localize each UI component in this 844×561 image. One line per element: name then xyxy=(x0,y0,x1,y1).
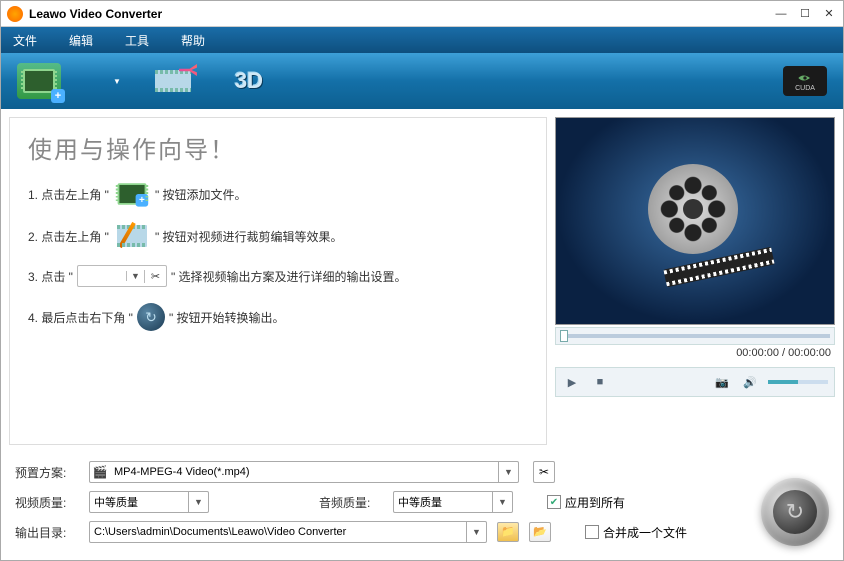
profile-combo-inline: ▼✂ xyxy=(77,265,167,287)
output-path-field[interactable]: C:\Users\admin\Documents\Leawo\Video Con… xyxy=(89,521,487,543)
volume-slider[interactable] xyxy=(768,380,828,384)
browse-folder-button[interactable]: 📁 xyxy=(497,522,519,542)
checkbox-icon xyxy=(585,525,599,539)
menubar: 文件 编辑 工具 帮助 xyxy=(1,27,843,53)
menu-tools[interactable]: 工具 xyxy=(125,32,149,49)
3d-button[interactable]: 3D xyxy=(225,61,273,101)
guide-step-4: 4. 最后点击右下角 " ↻ " 按钮开始转换输出。 xyxy=(28,303,528,331)
playback-controls: ▶ ■ 📷 🔊 xyxy=(555,367,835,397)
output-dropdown-button[interactable]: ▼ xyxy=(466,522,486,542)
convert-icon: ↻ xyxy=(773,490,817,534)
menu-file[interactable]: 文件 xyxy=(13,32,37,49)
seek-bar[interactable] xyxy=(555,327,835,345)
aquality-combo[interactable]: 中等质量 ▼ xyxy=(393,491,513,513)
caret-icon: ▼ xyxy=(126,271,144,281)
vquality-combo[interactable]: 中等质量 ▼ xyxy=(89,491,209,513)
app-title: Leawo Video Converter xyxy=(29,7,773,21)
add-dropdown-caret[interactable]: ▼ xyxy=(113,77,121,86)
cuda-badge: CUDA xyxy=(783,66,827,96)
seek-thumb[interactable] xyxy=(560,330,568,342)
toolbar: + ▼ 3D CUDA xyxy=(1,53,843,109)
apply-all-checkbox[interactable]: ✔ 应用到所有 xyxy=(547,494,625,511)
play-button[interactable]: ▶ xyxy=(562,372,582,392)
add-video-button[interactable]: + xyxy=(17,63,61,99)
guide-panel: 使用与操作向导！ 1. 点击左上角 " + " 按钮添加文件。 2. 点击左上角… xyxy=(9,117,547,445)
plus-icon: + xyxy=(51,89,65,103)
merge-checkbox[interactable]: 合并成一个文件 xyxy=(585,524,687,541)
aquality-value: 中等质量 xyxy=(394,494,492,510)
aquality-label: 音频质量: xyxy=(319,494,383,511)
stop-button[interactable]: ■ xyxy=(590,372,610,392)
convert-icon-inline: ↻ xyxy=(137,303,165,331)
edit-video-button[interactable] xyxy=(149,61,197,101)
output-path-value: C:\Users\admin\Documents\Leawo\Video Con… xyxy=(90,526,466,538)
filmstrip-icon xyxy=(155,70,191,92)
vquality-value: 中等质量 xyxy=(90,494,188,510)
snapshot-button[interactable]: 📷 xyxy=(712,372,732,392)
reel-graphic xyxy=(648,164,738,254)
profile-value: MP4-MPEG-4 Video(*.mp4) xyxy=(110,466,498,478)
filmtape-graphic xyxy=(663,247,774,287)
add-icon-inline: + xyxy=(115,181,149,207)
open-folder-button[interactable]: 📂 xyxy=(529,522,551,542)
preview-panel: 00:00:00 / 00:00:00 ▶ ■ 📷 🔊 xyxy=(555,117,835,445)
output-label: 输出目录: xyxy=(15,524,79,541)
menu-edit[interactable]: 编辑 xyxy=(69,32,93,49)
film-icon xyxy=(23,69,55,93)
vquality-label: 视频质量: xyxy=(15,494,79,511)
guide-step-3: 3. 点击 " ▼✂ " 选择视频输出方案及进行详细的输出设置。 xyxy=(28,265,528,287)
minimize-button[interactable]: — xyxy=(773,7,789,21)
close-button[interactable]: ✕ xyxy=(821,7,837,21)
settings-panel: 预置方案: 🎬 MP4-MPEG-4 Video(*.mp4) ▼ ✂ 视频质量… xyxy=(1,453,843,551)
guide-title: 使用与操作向导！ xyxy=(28,130,528,165)
gear-icon: ✂ xyxy=(144,270,166,283)
menu-help[interactable]: 帮助 xyxy=(181,32,205,49)
video-preview[interactable] xyxy=(555,117,835,325)
edit-icon-inline xyxy=(115,223,149,249)
vquality-dropdown-button[interactable]: ▼ xyxy=(188,492,208,512)
profile-settings-button[interactable]: ✂ xyxy=(533,461,555,483)
maximize-button[interactable]: ☐ xyxy=(797,7,813,21)
guide-step-2: 2. 点击左上角 " " 按钮对视频进行裁剪编辑等效果。 xyxy=(28,223,528,249)
profile-dropdown-button[interactable]: ▼ xyxy=(498,462,518,482)
nvidia-icon xyxy=(795,71,815,85)
checkbox-icon: ✔ xyxy=(547,495,561,509)
profile-combo[interactable]: 🎬 MP4-MPEG-4 Video(*.mp4) ▼ xyxy=(89,461,519,483)
guide-step-1: 1. 点击左上角 " + " 按钮添加文件。 xyxy=(28,181,528,207)
titlebar: Leawo Video Converter — ☐ ✕ xyxy=(1,1,843,27)
aquality-dropdown-button[interactable]: ▼ xyxy=(492,492,512,512)
app-icon xyxy=(7,6,23,22)
volume-button[interactable]: 🔊 xyxy=(740,372,760,392)
mp4-icon: 🎬 xyxy=(90,465,110,479)
profile-label: 预置方案: xyxy=(15,464,79,481)
time-display: 00:00:00 / 00:00:00 xyxy=(555,347,835,365)
3d-icon: 3D xyxy=(235,68,263,94)
convert-button[interactable]: ↻ xyxy=(761,478,829,546)
